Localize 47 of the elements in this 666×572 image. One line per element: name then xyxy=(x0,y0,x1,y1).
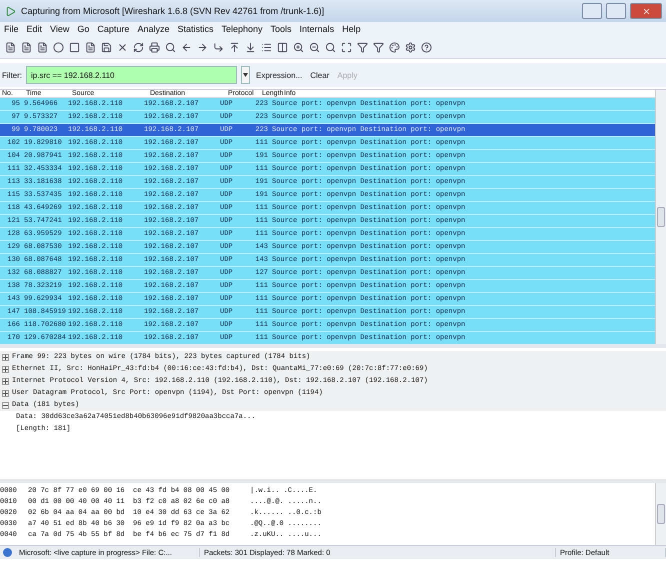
print-icon[interactable] xyxy=(148,40,161,54)
menu-item[interactable]: Telephony xyxy=(221,24,263,34)
reload-icon[interactable] xyxy=(132,40,145,54)
filter-button[interactable]: Clear xyxy=(308,70,332,80)
dropdown-button[interactable] xyxy=(241,66,250,84)
search-icon[interactable] xyxy=(164,40,177,54)
vertical-scrollbar[interactable] xyxy=(655,90,666,344)
save-icon[interactable] xyxy=(100,40,113,54)
menu-item[interactable]: Tools xyxy=(270,24,292,34)
menu-item[interactable]: File xyxy=(4,24,19,34)
filter-field[interactable]: ip.src == 192.168.2.110 xyxy=(26,66,237,84)
last-icon[interactable] xyxy=(244,40,257,54)
minimize-button[interactable] xyxy=(582,3,602,19)
menu-item[interactable]: Edit xyxy=(26,24,42,34)
menu-item[interactable]: Capture xyxy=(97,24,130,34)
menu-item[interactable]: Go xyxy=(77,24,90,34)
go-to-icon[interactable] xyxy=(212,40,225,54)
filter-icon[interactable] xyxy=(356,40,369,54)
window-title: Capturing from Microsoft [Wireshark 1.6.8 (SVN Rev 42761 from /trunk-1.6)] xyxy=(21,6,326,16)
columns-icon[interactable] xyxy=(276,40,289,54)
expand-icon[interactable] xyxy=(2,390,9,396)
zoom-icon[interactable] xyxy=(324,40,337,54)
vertical-scrollbar[interactable] xyxy=(655,483,666,545)
menu-item[interactable]: Internals xyxy=(300,24,334,34)
zoom-in-icon[interactable] xyxy=(292,40,305,54)
help-icon[interactable] xyxy=(420,40,433,54)
filter-button[interactable]: Expression... xyxy=(254,70,304,80)
menu-item[interactable]: Help xyxy=(342,24,361,34)
menu-item[interactable]: View xyxy=(50,24,70,34)
caret-icon xyxy=(243,73,248,77)
first-icon[interactable] xyxy=(228,40,241,54)
app-icon xyxy=(4,4,17,18)
status-icon xyxy=(3,548,12,557)
expand-icon[interactable] xyxy=(2,378,9,384)
filter-label: Filter: xyxy=(2,70,22,80)
settings-icon[interactable] xyxy=(404,40,417,54)
expand-icon[interactable] xyxy=(2,366,9,372)
menu-item[interactable]: Statistics xyxy=(177,24,214,34)
display-filter-icon[interactable] xyxy=(372,40,385,54)
collapse-icon[interactable] xyxy=(2,402,9,408)
resize-icon[interactable] xyxy=(340,40,353,54)
maximize-button[interactable] xyxy=(606,3,626,19)
close-icon xyxy=(642,6,650,16)
palette-icon[interactable] xyxy=(388,40,401,54)
expand-icon[interactable] xyxy=(2,354,9,360)
zoom-out-icon[interactable] xyxy=(308,40,321,54)
menu-item[interactable]: Analyze xyxy=(137,24,170,34)
